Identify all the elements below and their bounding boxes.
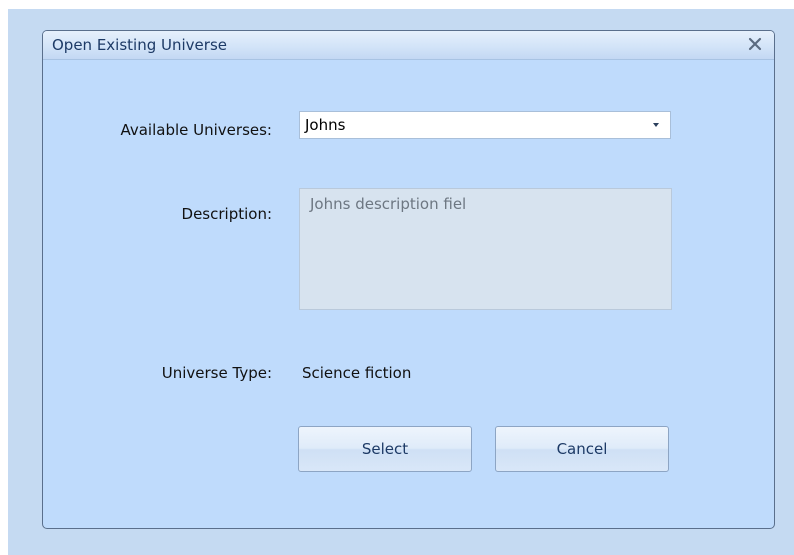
close-button[interactable] [742,33,768,57]
description-text: Johns description fiel [310,195,467,213]
available-universes-label: Available Universes: [120,121,272,139]
cancel-button[interactable]: Cancel [495,426,669,472]
universe-type-label: Universe Type: [161,364,272,382]
chevron-down-icon[interactable] [648,117,664,133]
available-universes-dropdown[interactable]: Johns [299,111,671,139]
universe-type-value: Science fiction [302,364,412,382]
open-universe-dialog: Open Existing Universe Available Univers… [42,30,775,529]
select-button[interactable]: Select [298,426,472,472]
available-universes-value: Johns [305,116,346,134]
description-field[interactable]: Johns description fiel [299,188,672,310]
description-label: Description: [181,205,272,223]
close-icon [748,36,762,55]
dialog-titlebar[interactable]: Open Existing Universe [43,31,774,60]
dialog-title: Open Existing Universe [52,36,227,54]
